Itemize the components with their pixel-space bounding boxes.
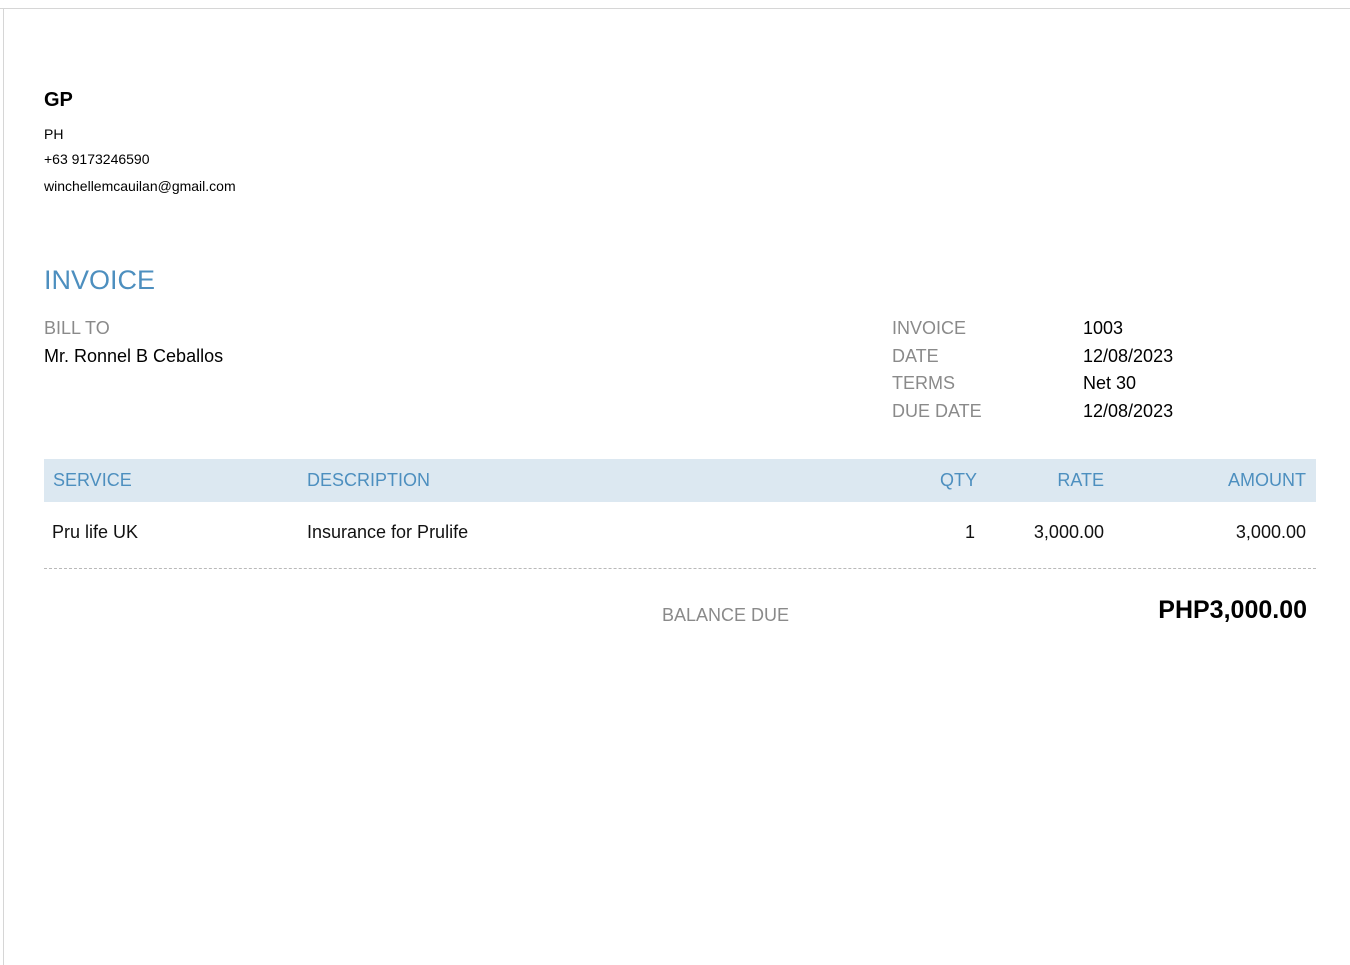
company-country: PH [44,126,64,142]
meta-invoice-label: INVOICE [892,318,967,338]
header-description: DESCRIPTION [307,470,431,490]
balance-due-label: BALANCE DUE [662,605,790,625]
dashed-divider [44,568,1316,569]
meta-terms-value: Net 30 [1083,373,1137,393]
header-rate: RATE [1057,470,1104,490]
line-items-header: SERVICE DESCRIPTION QTY RATE AMOUNT [44,459,1316,502]
meta-date-value: 12/08/2023 [1083,346,1174,366]
meta-due-date-label: DUE DATE [892,401,982,421]
invoice-page: GP PH +63 9173246590 winchellemcauilan@g… [0,0,1350,965]
header-qty: QTY [939,470,977,490]
meta-due-date-value: 12/08/2023 [1083,401,1174,421]
header-service: SERVICE [53,470,132,490]
balance-due-amount: PHP3,000.00 [1158,596,1307,624]
row-service: Pru life UK [52,522,139,542]
row-qty: 1 [964,522,975,542]
meta-date-label: DATE [892,346,939,366]
top-divider [0,8,1350,9]
company-phone: +63 9173246590 [44,151,150,167]
header-amount: AMOUNT [1228,470,1306,490]
row-description: Insurance for Prulife [307,522,469,542]
row-amount: 3,000.00 [1235,522,1306,542]
company-email: winchellemcauilan@gmail.com [44,178,236,194]
meta-terms-label: TERMS [892,373,955,393]
company-name: GP [44,89,73,111]
left-divider [3,8,4,965]
invoice-title: INVOICE [44,265,156,295]
row-rate: 3,000.00 [1033,522,1104,542]
bill-to-label: BILL TO [44,318,110,338]
meta-invoice-value: 1003 [1083,318,1124,338]
bill-to-name: Mr. Ronnel B Ceballos [44,346,224,366]
